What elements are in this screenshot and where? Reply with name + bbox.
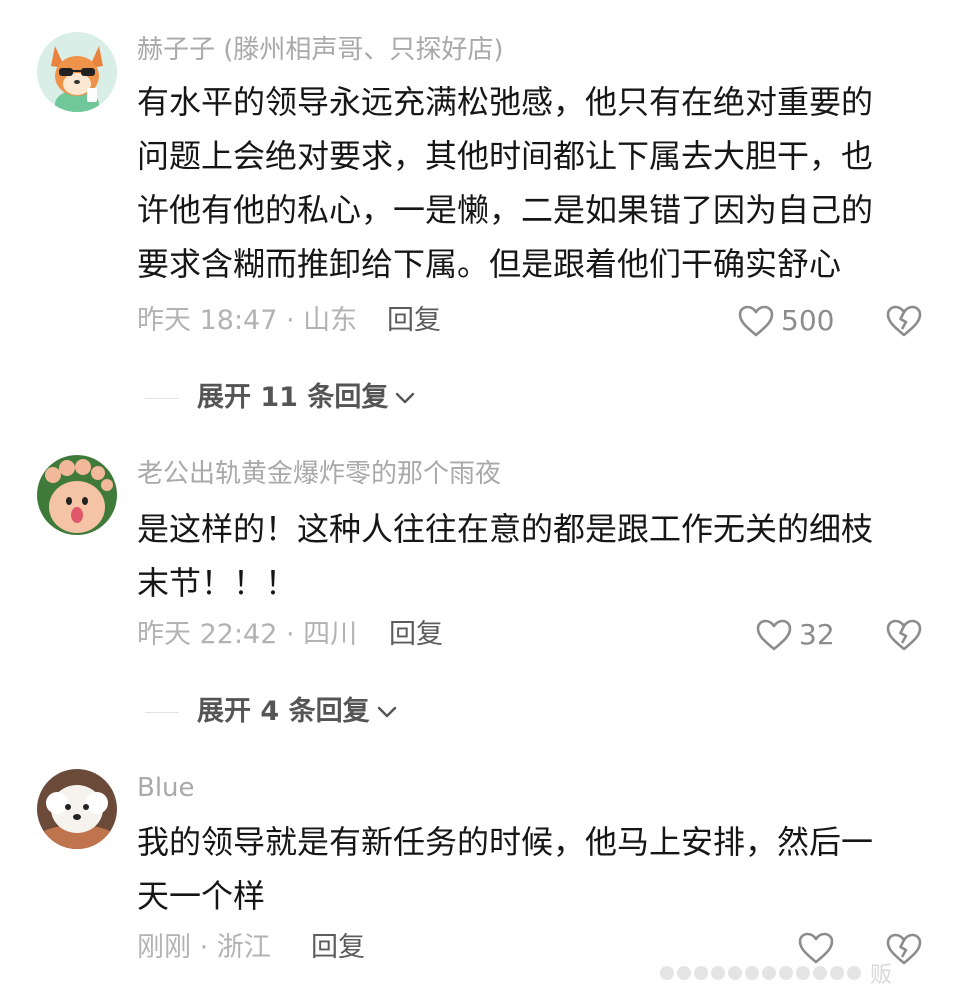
avatar[interactable] (37, 455, 117, 535)
expand-replies-button[interactable]: 展开 4 条回复 (145, 694, 398, 730)
heart-icon (756, 619, 792, 651)
comment-line: 是这样的！这种人往往在意的都是跟工作无关的细枝 (137, 510, 874, 548)
comment-meta: 昨天 18:47 · 山东 (137, 305, 358, 336)
dislike-button[interactable] (885, 618, 923, 652)
watermark-dot (711, 966, 725, 980)
comment-line: 许他有他的私心，一是懒，二是如果错了因为自己的 (137, 191, 874, 229)
watermark-dot (745, 966, 759, 980)
comment-line: 末节！！！ (137, 564, 298, 602)
fox-avatar-icon (37, 32, 117, 112)
watermark-dot (847, 966, 861, 980)
comment-text: 我的领导就是有新任务的时候，他马上安排，然后一 天一个样 (137, 815, 907, 923)
avatar[interactable] (37, 32, 117, 112)
username[interactable]: Blue (137, 772, 195, 804)
foot-avatar-icon (37, 455, 117, 535)
comment-text: 有水平的领导永远充满松弛感，他只有在绝对重要的 问题上会绝对要求，其他时间都让下… (137, 75, 907, 291)
comment-line: 天一个样 (137, 877, 266, 915)
watermark-dot (677, 966, 691, 980)
watermark-dot (694, 966, 708, 980)
watermark-dot (728, 966, 742, 980)
like-button[interactable]: 500 (737, 303, 834, 339)
reply-button[interactable]: 回复 (387, 303, 441, 339)
watermark-dot (830, 966, 844, 980)
reply-button[interactable]: 回复 (389, 617, 443, 653)
divider-line (145, 397, 179, 399)
like-count: 500 (781, 304, 835, 337)
dog-avatar-icon (37, 769, 117, 849)
comment-line: 要求含糊而推卸给下属。但是跟着他们干确实舒心 (137, 245, 842, 283)
comment-line: 我的领导就是有新任务的时候，他马上安排，然后一 (137, 823, 874, 861)
comment-line: 问题上会绝对要求，其他时间都让下属去大胆干，也 (137, 137, 874, 175)
watermark-dot (813, 966, 827, 980)
comment-meta: 刚刚 · 浙江 (137, 932, 271, 963)
watermark-text: 贩 (870, 963, 893, 988)
broken-heart-icon (886, 305, 922, 337)
expand-replies-label: 展开 11 条回复 (197, 382, 389, 413)
watermark-dot (796, 966, 810, 980)
dislike-button[interactable] (885, 304, 923, 338)
like-count: 32 (799, 618, 835, 651)
chevron-down-icon (377, 706, 396, 718)
divider-line (145, 711, 179, 713)
username[interactable]: 老公出轨黄金爆炸零的那个雨夜 (137, 458, 501, 490)
watermark-dot (779, 966, 793, 980)
chevron-down-icon (396, 392, 415, 404)
comment-line: 有水平的领导永远充满松弛感，他只有在绝对重要的 (137, 83, 874, 121)
watermark-dot (762, 966, 776, 980)
broken-heart-icon (886, 619, 922, 651)
comment-text: 是这样的！这种人往往在意的都是跟工作无关的细枝 末节！！！ (137, 502, 907, 610)
expand-replies-button[interactable]: 展开 11 条回复 (145, 380, 416, 416)
like-button[interactable]: 32 (755, 617, 835, 653)
avatar[interactable] (37, 769, 117, 849)
heart-icon (738, 305, 774, 337)
watermark: 贩 (660, 958, 960, 988)
username[interactable]: 赫子子 (滕州相声哥、只探好店) (137, 34, 504, 66)
expand-replies-label: 展开 4 条回复 (197, 696, 370, 727)
watermark-dot (660, 966, 674, 980)
comment-meta: 昨天 22:42 · 四川 (137, 619, 358, 650)
reply-button[interactable]: 回复 (311, 930, 365, 966)
